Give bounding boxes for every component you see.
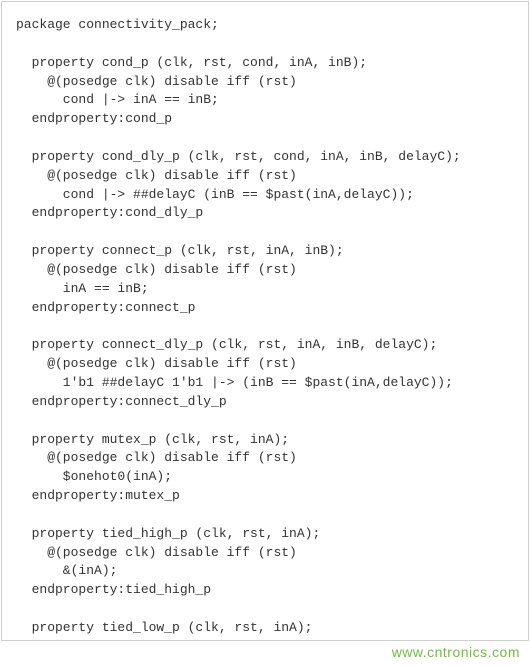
- code-line: endproperty:mutex_p: [16, 488, 180, 503]
- code-line: property tied_low_p (clk, rst, inA);: [16, 620, 312, 635]
- code-line: 1'b1 ##delayC 1'b1 |-> (inB == $past(inA…: [16, 375, 453, 390]
- code-line: @(posedge clk) disable iff (rst): [16, 74, 297, 89]
- code-line: $onehot0(inA);: [16, 469, 172, 484]
- code-line: @(posedge clk) disable iff (rst): [16, 639, 297, 641]
- code-frame: package connectivity_pack; property cond…: [1, 1, 529, 641]
- code-line: @(posedge clk) disable iff (rst): [16, 262, 297, 277]
- code-line: @(posedge clk) disable iff (rst): [16, 450, 297, 465]
- code-line: @(posedge clk) disable iff (rst): [16, 545, 297, 560]
- code-line: endproperty:cond_dly_p: [16, 205, 203, 220]
- watermark-text: www.cntronics.com: [392, 642, 520, 662]
- code-line: &(inA);: [16, 563, 117, 578]
- code-line: cond |-> inA == inB;: [16, 92, 219, 107]
- code-line: endproperty:cond_p: [16, 111, 172, 126]
- code-line: endproperty:connect_p: [16, 300, 195, 315]
- code-line: property connect_p (clk, rst, inA, inB);: [16, 243, 344, 258]
- code-line: property connect_dly_p (clk, rst, inA, i…: [16, 337, 437, 352]
- code-block: package connectivity_pack; property cond…: [16, 16, 518, 641]
- code-line: inA == inB;: [16, 281, 149, 296]
- code-line: property mutex_p (clk, rst, inA);: [16, 432, 289, 447]
- code-line: endproperty:tied_high_p: [16, 582, 211, 597]
- code-line: endproperty:connect_dly_p: [16, 394, 227, 409]
- code-line: property tied_high_p (clk, rst, inA);: [16, 526, 320, 541]
- code-line: property cond_dly_p (clk, rst, cond, inA…: [16, 149, 461, 164]
- code-line: @(posedge clk) disable iff (rst): [16, 168, 297, 183]
- code-line: property cond_p (clk, rst, cond, inA, in…: [16, 55, 367, 70]
- code-line: package connectivity_pack;: [16, 17, 219, 32]
- code-line: cond |-> ##delayC (inB == $past(inA,dela…: [16, 187, 414, 202]
- code-line: @(posedge clk) disable iff (rst): [16, 356, 297, 371]
